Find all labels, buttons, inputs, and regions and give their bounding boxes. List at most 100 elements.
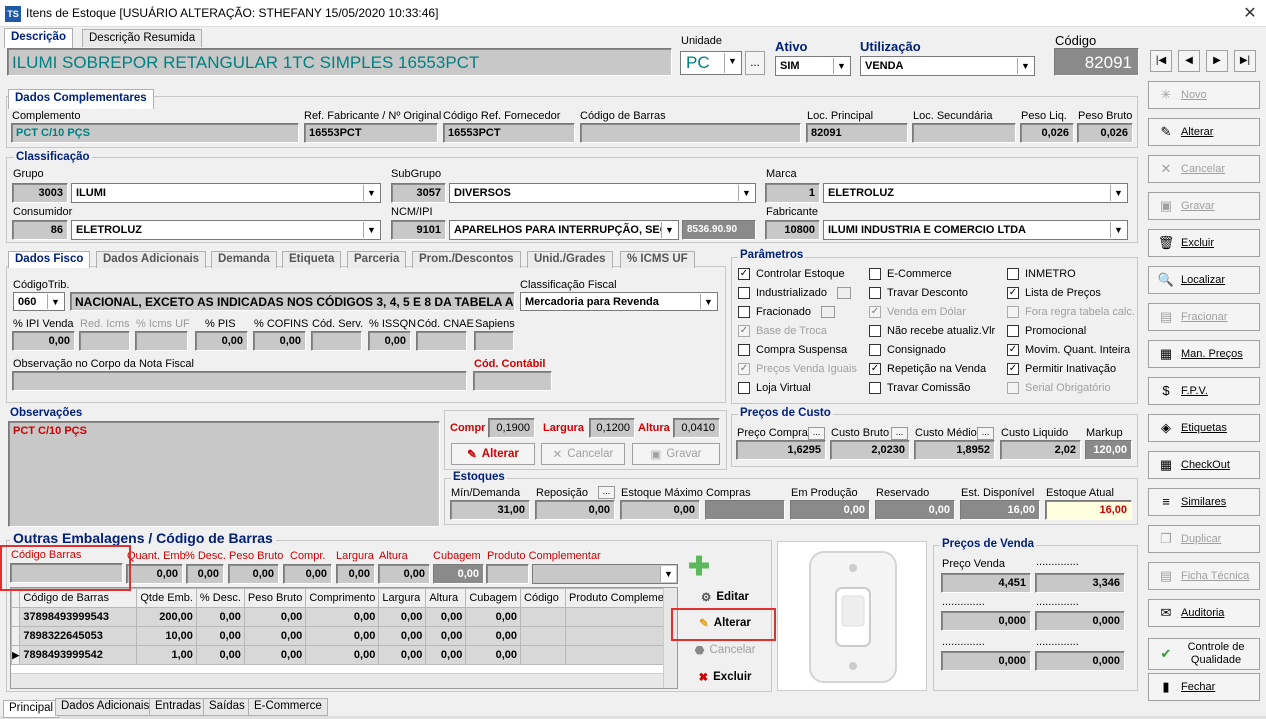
- param-checkbox[interactable]: Consignado: [869, 344, 946, 356]
- consumidor-code[interactable]: 86: [12, 220, 68, 240]
- param-checkbox[interactable]: Fracionado: [738, 306, 836, 318]
- marca-code[interactable]: 1: [765, 183, 820, 203]
- custo-medio-field[interactable]: 1,8952: [914, 440, 995, 460]
- emb-compr-field[interactable]: 0,00: [283, 564, 332, 584]
- checkbox-box[interactable]: ✓: [869, 306, 881, 318]
- controle-de-qualidade-button[interactable]: ✔ Controle de Qualidade: [1148, 638, 1260, 670]
- preco-venda-3-field[interactable]: 0,000: [941, 611, 1031, 631]
- checkbox-box[interactable]: [869, 325, 881, 337]
- checkbox-box[interactable]: [738, 344, 750, 356]
- table-cell[interactable]: [565, 645, 677, 665]
- ipi-field[interactable]: 0,00: [12, 331, 75, 351]
- param-checkbox[interactable]: Industrializado: [738, 287, 851, 299]
- localizar-button[interactable]: 🔍 Localizar: [1148, 266, 1260, 294]
- f-p-v-button[interactable]: $ F.P.V.: [1148, 377, 1260, 405]
- emb-produto-code[interactable]: [486, 564, 529, 584]
- chevron-down-icon[interactable]: ▼: [700, 294, 716, 309]
- add-embalagem-button[interactable]: ✚: [683, 551, 715, 581]
- similares-button[interactable]: ≡ Similares: [1148, 488, 1260, 516]
- tab-dados-adicionais[interactable]: Dados Adicionais: [96, 251, 207, 268]
- param-checkbox[interactable]: Serial Obrigatório: [1007, 382, 1111, 394]
- param-checkbox[interactable]: ✓ Venda em Dólar: [869, 306, 966, 318]
- tab-unid-grades[interactable]: Unid./Grades: [527, 251, 613, 268]
- table-cell[interactable]: 7898322645053: [19, 626, 138, 646]
- table-cell[interactable]: 1,00: [136, 645, 197, 665]
- emb-quant-field[interactable]: 0,00: [126, 564, 183, 584]
- marca-select[interactable]: ELETROLUZ ▼: [823, 183, 1128, 203]
- pis-field[interactable]: 0,00: [195, 331, 248, 351]
- duplicar-button[interactable]: ❐ Duplicar: [1148, 525, 1260, 553]
- param-checkbox[interactable]: ✓ Lista de Preços: [1007, 287, 1101, 299]
- table-cell[interactable]: 37898493999543: [19, 607, 138, 627]
- cancelar-button[interactable]: ✕ Cancelar: [1148, 155, 1260, 183]
- tab-prom-descontos[interactable]: Prom./Descontos: [412, 251, 521, 268]
- custo-medio-lookup-button[interactable]: ...: [977, 427, 994, 440]
- fabricante-select[interactable]: ILUMI INDUSTRIA E COMERCIO LTDA ▼: [823, 220, 1128, 240]
- emb-desc-field[interactable]: 0,00: [186, 564, 224, 584]
- param-checkbox[interactable]: Travar Comissão: [869, 382, 970, 394]
- chevron-down-icon[interactable]: ▼: [363, 185, 379, 201]
- checkout-button[interactable]: ▦ CheckOut: [1148, 451, 1260, 479]
- preco-venda-6-field[interactable]: 0,000: [1035, 651, 1125, 671]
- table-cell[interactable]: [520, 626, 567, 646]
- emb-cancelar-button[interactable]: ⬣ Cancelar: [683, 638, 767, 662]
- chevron-down-icon[interactable]: ▼: [660, 566, 676, 582]
- chevron-down-icon[interactable]: ▼: [47, 294, 63, 309]
- param-checkbox[interactable]: INMETRO: [1007, 268, 1076, 280]
- tab-dados-adicionais-bottom[interactable]: Dados Adicionais: [55, 698, 156, 716]
- checkbox-box[interactable]: [869, 344, 881, 356]
- unidade-select[interactable]: PC ▼: [680, 51, 742, 75]
- altura-field[interactable]: 0,0410: [673, 418, 720, 438]
- chevron-down-icon[interactable]: ▼: [833, 58, 849, 74]
- param-option-button[interactable]: [836, 287, 851, 299]
- tab-principal[interactable]: Principal: [3, 700, 60, 718]
- table-column-header[interactable]: Produto Complement: [565, 588, 677, 608]
- table-cell[interactable]: [520, 645, 567, 665]
- loc-secundaria-field[interactable]: [912, 123, 1016, 143]
- chevron-down-icon[interactable]: ▼: [724, 53, 740, 73]
- chevron-down-icon[interactable]: ▼: [1110, 185, 1126, 201]
- subgrupo-select[interactable]: DIVERSOS ▼: [449, 183, 756, 203]
- param-checkbox[interactable]: ✓ Permitir Inativação: [1007, 363, 1116, 375]
- table-column-header[interactable]: Comprimento: [305, 588, 380, 608]
- table-row[interactable]: ▶ 7898493999542 1,00 0,00 0,00 0,00 0,00 0,00 0,…: [11, 645, 677, 665]
- table-cell[interactable]: 0,00: [195, 626, 245, 646]
- param-checkbox[interactable]: Compra Suspensa: [738, 344, 847, 356]
- min-demanda-field[interactable]: 31,00: [450, 500, 530, 520]
- checkbox-box[interactable]: [1007, 268, 1019, 280]
- checkbox-box[interactable]: [738, 287, 750, 299]
- excluir-button[interactable]: 🗑 Excluir: [1148, 229, 1260, 257]
- cod-barras-field[interactable]: [580, 123, 801, 143]
- table-cell[interactable]: 0,00: [195, 645, 245, 665]
- table-cell[interactable]: 7898493999542: [19, 645, 138, 665]
- dim-alterar-button[interactable]: ✎ Alterar: [451, 443, 535, 465]
- table-cell[interactable]: [565, 626, 677, 646]
- close-icon[interactable]: ✕: [1240, 3, 1260, 23]
- chevron-down-icon[interactable]: ▼: [363, 222, 379, 238]
- classfiscal-select[interactable]: Mercadoria para Revenda ▼: [520, 292, 718, 311]
- description-field[interactable]: ILUMI SOBREPOR RETANGULAR 1TC SIMPLES 16…: [7, 48, 672, 76]
- checkbox-box[interactable]: ✓: [1007, 287, 1019, 299]
- cod-contabil-field[interactable]: [473, 371, 552, 391]
- table-column-header[interactable]: Qtde Emb.: [136, 588, 197, 608]
- checkbox-box[interactable]: ✓: [869, 363, 881, 375]
- checkbox-box[interactable]: [1007, 382, 1019, 394]
- preco-venda-2-field[interactable]: 3,346: [1035, 573, 1125, 593]
- checkbox-box[interactable]: [738, 306, 750, 318]
- estoque-maximo-field[interactable]: 0,00: [620, 500, 700, 520]
- first-record-button[interactable]: |◀: [1150, 50, 1172, 72]
- codtrib-select[interactable]: 060 ▼: [13, 292, 65, 311]
- emb-largura-field[interactable]: 0,00: [336, 564, 375, 584]
- cod-ref-fornecedor-field[interactable]: 16553PCT: [443, 123, 575, 143]
- preco-compra-field[interactable]: 1,6295: [736, 440, 826, 460]
- last-record-button[interactable]: ▶|: [1234, 50, 1256, 72]
- param-checkbox[interactable]: ✓ Controlar Estoque: [738, 268, 845, 280]
- cod-serv-field[interactable]: [311, 331, 362, 351]
- chevron-down-icon[interactable]: ▼: [738, 185, 754, 201]
- table-cell[interactable]: 0,00: [305, 607, 380, 627]
- auditoria-button[interactable]: ✉ Auditoria: [1148, 599, 1260, 627]
- alterar-button[interactable]: ✎ Alterar: [1148, 118, 1260, 146]
- grupo-select[interactable]: ILUMI ▼: [71, 183, 381, 203]
- param-checkbox[interactable]: Travar Desconto: [869, 287, 968, 299]
- emb-excluir-button[interactable]: ✖ Excluir: [683, 665, 767, 689]
